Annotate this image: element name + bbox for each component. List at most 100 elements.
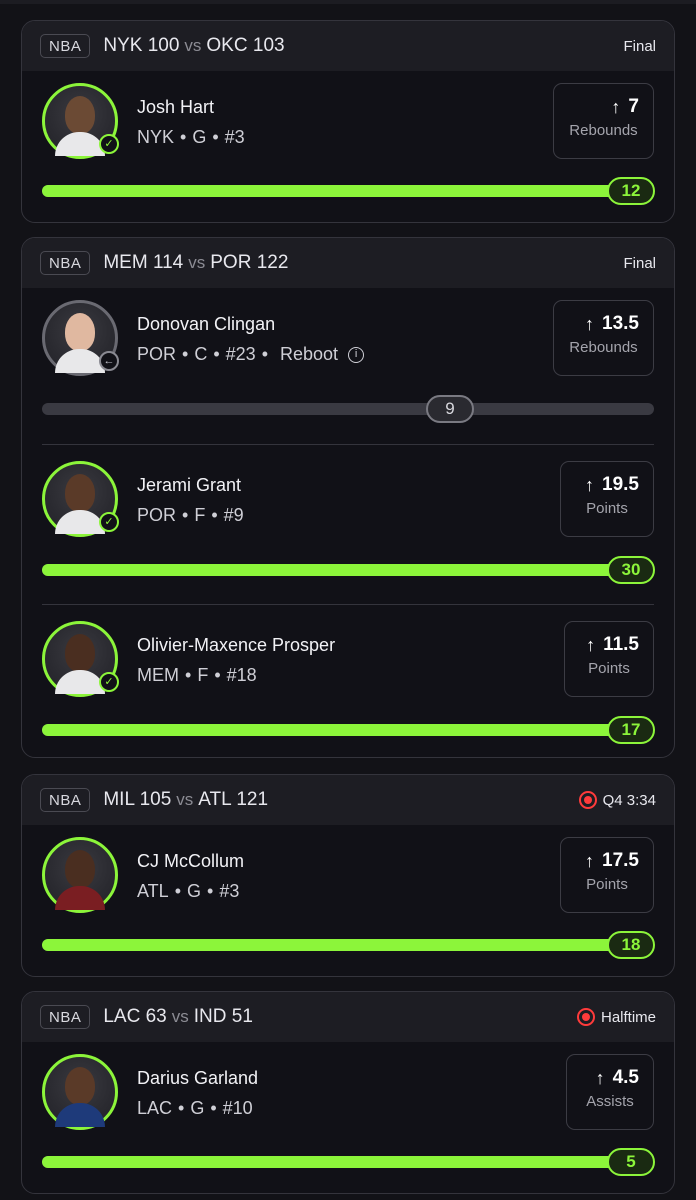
player-avatar	[42, 1054, 118, 1130]
player-row[interactable]: ✓ Jerami Grant POR • F • #9 ↑ 19.5 Points 30	[42, 444, 655, 604]
check-icon: ✓	[99, 672, 119, 692]
score-b: 103	[252, 35, 285, 56]
player-name: Olivier-Maxence Prosper	[137, 635, 336, 655]
player-name: Donovan Clingan	[137, 314, 276, 334]
progress-bar: 9	[42, 395, 654, 423]
actual-value-pill: 12	[607, 177, 655, 205]
check-icon: ✓	[99, 512, 119, 532]
actual-value-pill: 17	[607, 716, 655, 744]
progress-bar: 18	[42, 931, 655, 959]
player-avatar: ✓	[42, 83, 119, 159]
game-header: NBA NYK 100 vs OKC 103 Final	[22, 21, 674, 71]
arrow-up-icon: ↑	[595, 1067, 605, 1088]
player-avatar: ←	[42, 300, 119, 376]
player-row[interactable]: ✓ Josh Hart NYK • G • #3 ↑ 7 Rebounds 12	[22, 71, 674, 222]
arrow-up-icon: ↑	[585, 313, 595, 334]
arrow-up-icon: ↑	[585, 850, 595, 871]
game-header: NBA MIL 105 vs ATL 121 Q4 3:34	[22, 775, 674, 825]
progress-bar: 12	[42, 177, 655, 205]
league-badge: NBA	[40, 788, 91, 812]
game-status: Q4 3:34	[578, 775, 656, 825]
arrow-up-icon: ↑	[586, 634, 596, 655]
reboot-icon: ←	[99, 351, 119, 371]
game-header: NBA MEM 114 vs POR 122 Final	[22, 238, 674, 288]
matchup: MEM 114 vs POR 122	[103, 252, 288, 274]
actual-value-pill: 9	[426, 395, 474, 423]
live-icon	[578, 791, 597, 809]
progress-fill	[42, 1156, 654, 1168]
league-badge: NBA	[40, 34, 91, 58]
score-a: 63	[145, 1006, 167, 1027]
progress-bar: 17	[42, 716, 655, 744]
score-a: 100	[147, 35, 180, 56]
prop-line-box[interactable]: ↑ 17.5 Points	[560, 837, 654, 913]
player-meta: POR • F • #9	[137, 505, 244, 525]
game-card-lac-ind[interactable]: NBA LAC 63 vs IND 51 Halftime Darius Gar…	[21, 991, 675, 1194]
info-icon[interactable]: i	[348, 346, 365, 363]
actual-value-pill: 30	[607, 556, 655, 584]
progress-fill	[42, 724, 654, 736]
player-row[interactable]: ← Donovan Clingan POR • C • #23 • Reboot i ↑ 1…	[22, 288, 674, 444]
team-a: LAC	[103, 1006, 141, 1027]
player-row[interactable]: Darius Garland LAC • G • #10 ↑ 4.5 Assists 5	[22, 1042, 674, 1193]
player-name: Jerami Grant	[137, 475, 242, 495]
score-b: 51	[231, 1006, 253, 1027]
team-a: MIL	[103, 789, 135, 810]
matchup: MIL 105 vs ATL 121	[103, 789, 268, 811]
game-card-mem-por[interactable]: NBA MEM 114 vs POR 122 Final ← Donovan C…	[21, 237, 675, 758]
matchup: LAC 63 vs IND 51	[103, 1006, 253, 1028]
score-b: 122	[256, 252, 289, 273]
player-row[interactable]: ✓ Olivier-Maxence Prosper MEM • F • #18 ↑ 11.…	[42, 604, 655, 757]
top-divider	[0, 0, 696, 4]
team-a: NYK	[103, 35, 143, 56]
game-status: Final	[623, 37, 656, 55]
game-card-nyk-okc[interactable]: NBA NYK 100 vs OKC 103 Final ✓ Josh Hart…	[21, 20, 675, 223]
reboot-label[interactable]: Reboot	[280, 344, 338, 365]
arrow-up-icon: ↑	[585, 474, 595, 495]
prop-line: 11.5	[603, 634, 639, 655]
score-a: 114	[152, 252, 184, 273]
vs-label: vs	[171, 1007, 189, 1026]
team-b: IND	[193, 1006, 227, 1027]
player-row[interactable]: CJ McCollum ATL • G • #3 ↑ 17.5 Points 18	[22, 825, 674, 976]
prop-line-box[interactable]: ↑ 4.5 Assists	[566, 1054, 654, 1130]
actual-value-pill: 5	[607, 1148, 655, 1176]
game-status: Final	[623, 254, 656, 272]
vs-label: vs	[176, 790, 194, 809]
progress-fill	[42, 185, 654, 197]
prop-line: 19.5	[602, 474, 639, 495]
prop-line-box[interactable]: ↑ 13.5 Rebounds	[553, 300, 654, 376]
prop-line-box[interactable]: ↑ 19.5 Points	[560, 461, 654, 537]
prop-line: 13.5	[602, 313, 639, 334]
progress-fill	[42, 939, 654, 951]
prop-line: 17.5	[602, 850, 639, 871]
team-b: ATL	[198, 789, 232, 810]
player-avatar	[42, 837, 118, 913]
game-card-mil-atl[interactable]: NBA MIL 105 vs ATL 121 Q4 3:34 CJ McColl…	[21, 774, 675, 977]
prop-line-box[interactable]: ↑ 7 Rebounds	[553, 83, 654, 159]
prop-category: Rebounds	[569, 122, 638, 139]
matchup: NYK 100 vs OKC 103	[103, 35, 284, 57]
check-icon: ✓	[99, 134, 119, 154]
live-icon	[576, 1008, 595, 1026]
prop-category: Rebounds	[569, 339, 638, 356]
actual-value-pill: 18	[607, 931, 655, 959]
prop-category: Points	[586, 500, 628, 517]
player-meta: LAC • G • #10	[137, 1098, 253, 1118]
prop-line-box[interactable]: ↑ 11.5 Points	[564, 621, 654, 697]
score-b: 121	[236, 789, 269, 810]
team-a: MEM	[103, 252, 148, 273]
team-b: POR	[210, 252, 252, 273]
league-badge: NBA	[40, 251, 91, 275]
progress-bar: 5	[42, 1148, 655, 1176]
arrow-up-icon: ↑	[611, 96, 621, 117]
vs-label: vs	[184, 36, 202, 55]
progress-bar: 30	[42, 556, 655, 584]
vs-label: vs	[188, 253, 206, 272]
prop-line: 4.5	[612, 1067, 639, 1088]
prop-category: Assists	[586, 1093, 634, 1110]
prop-line: 7	[628, 96, 639, 117]
player-avatar: ✓	[42, 621, 119, 697]
game-header: NBA LAC 63 vs IND 51 Halftime	[22, 992, 674, 1042]
player-name: Josh Hart	[137, 97, 215, 117]
